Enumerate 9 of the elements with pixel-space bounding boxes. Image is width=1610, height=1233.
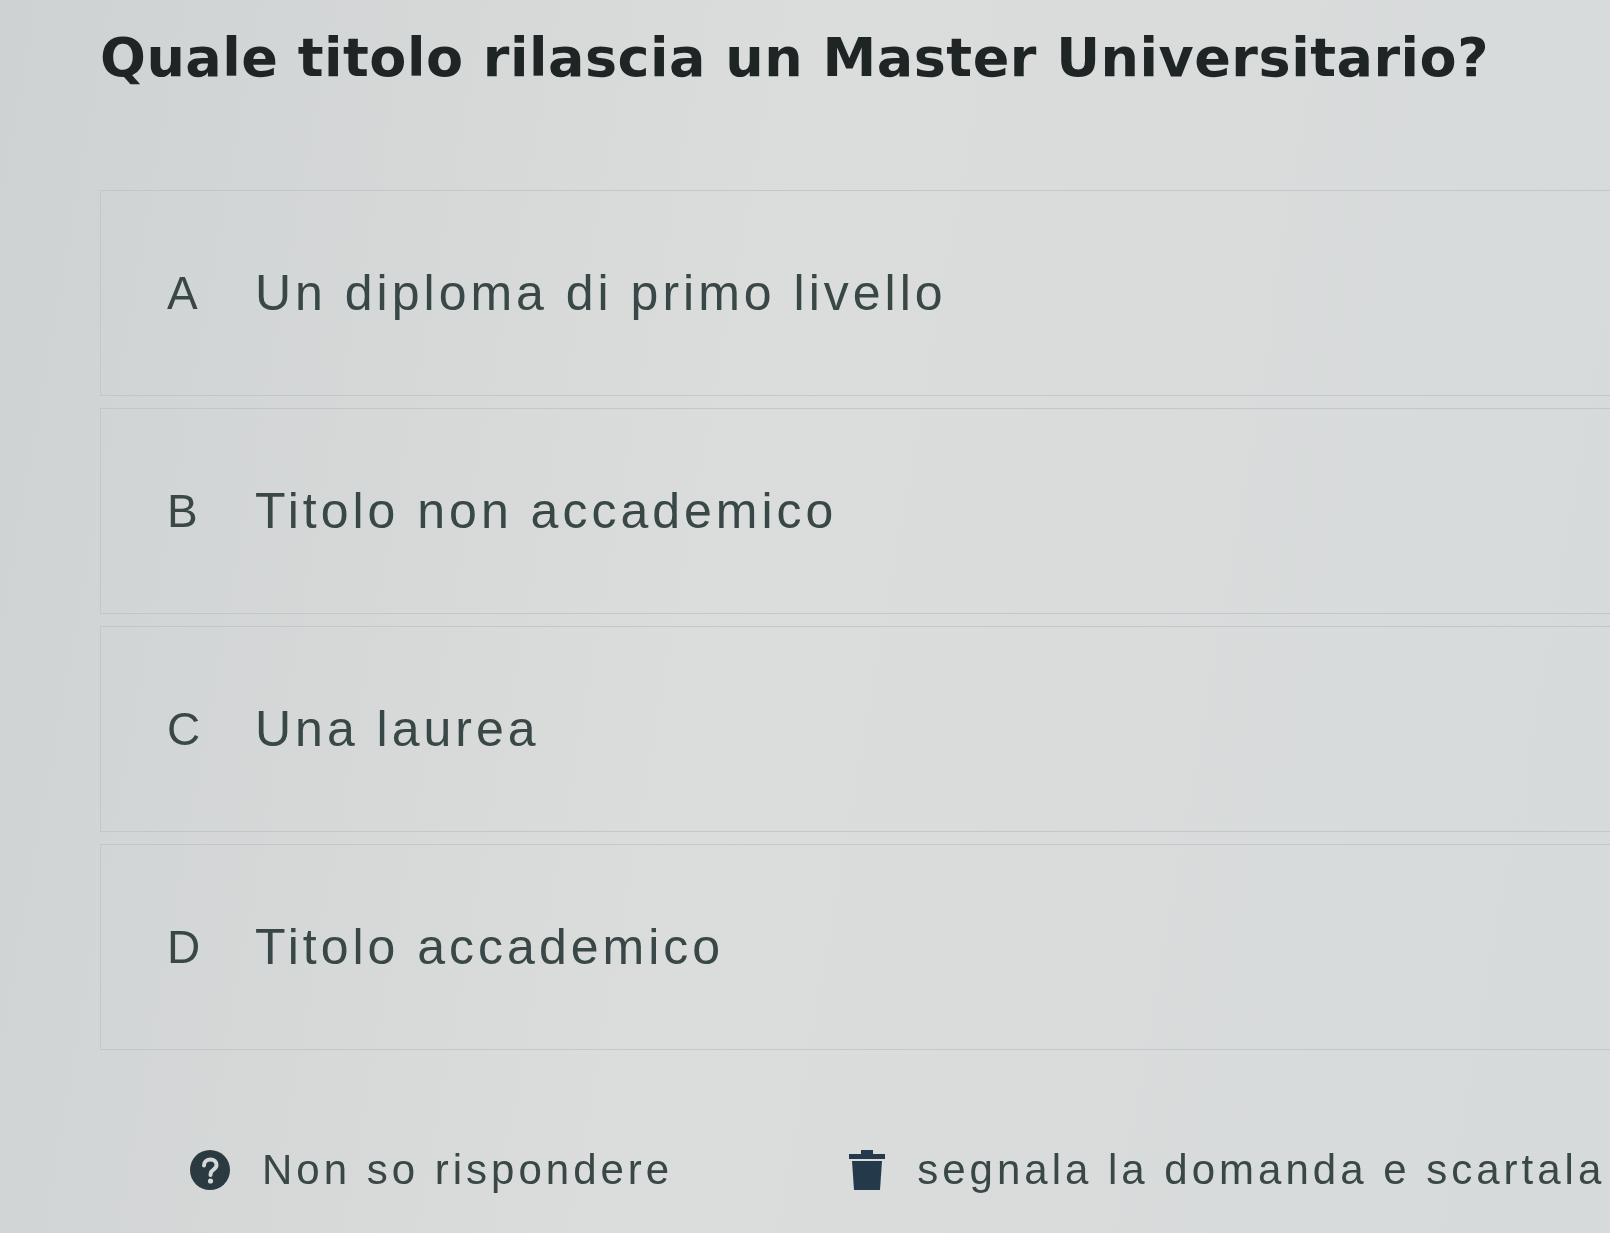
answer-option[interactable]: C Una laurea — [100, 626, 1610, 832]
trash-icon — [849, 1150, 886, 1190]
answer-option[interactable]: A Un diploma di primo livello — [100, 190, 1610, 396]
answer-option[interactable]: B Titolo non accademico — [100, 408, 1610, 614]
question-title: Quale titolo rilascia un Master Universitario? — [100, 25, 1489, 91]
report-button[interactable]: segnala la domanda e scartala — [849, 1146, 1606, 1194]
answer-option[interactable]: D Titolo accademico — [100, 844, 1610, 1050]
question-icon — [190, 1150, 230, 1190]
dont-know-button[interactable]: Non so rispondere — [190, 1146, 674, 1194]
